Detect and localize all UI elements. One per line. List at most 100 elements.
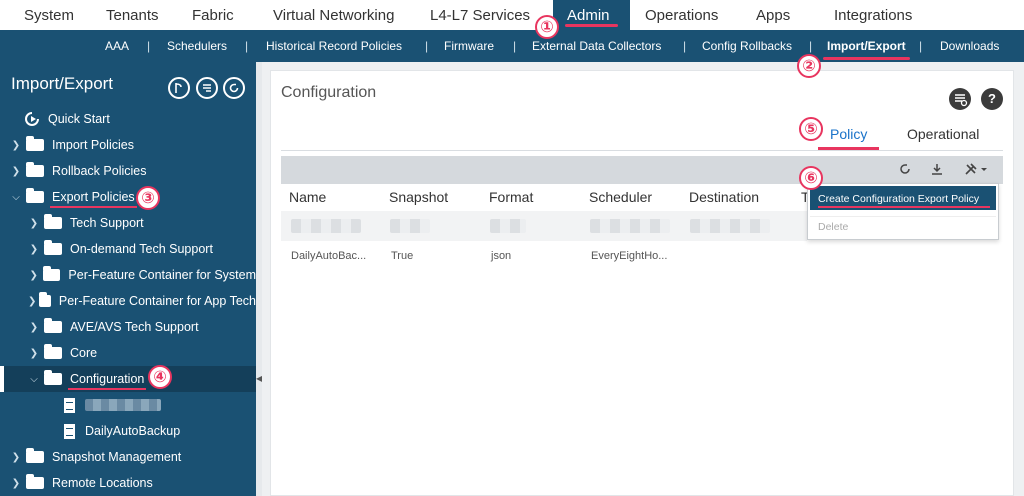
document-icon xyxy=(64,397,75,413)
chevron-right-icon[interactable]: ❯ xyxy=(28,244,40,255)
column-header-name[interactable]: Name xyxy=(289,189,326,205)
tree-item-label: Import Policies xyxy=(52,138,134,152)
tree-item-per-feature-app-tech[interactable]: ❯ Per-Feature Container for App Tech xyxy=(0,288,256,314)
tree-item-label: DailyAutoBackup xyxy=(85,424,181,438)
subnav-separator: | xyxy=(513,39,517,53)
subnav-separator: | xyxy=(683,39,687,53)
subnav-historical-record-policies[interactable]: Historical Record Policies xyxy=(266,30,402,62)
column-header-scheduler[interactable]: Scheduler xyxy=(589,189,652,205)
step-badge-2: ② xyxy=(797,54,821,78)
tab-policy[interactable]: Policy xyxy=(818,126,880,150)
cell-name[interactable]: DailyAutoBac... xyxy=(291,250,366,262)
subnav-aaa[interactable]: AAA xyxy=(105,30,129,62)
tree-item-daily-auto-backup[interactable]: DailyAutoBackup xyxy=(0,418,256,444)
tree-item-ave-avs-tech-support[interactable]: ❯ AVE/AVS Tech Support xyxy=(0,314,256,340)
subnav-schedulers[interactable]: Schedulers xyxy=(167,30,227,62)
tree-item-tech-support[interactable]: ❯ Tech Support xyxy=(0,210,256,236)
tree-item-remote-locations[interactable]: ❯ Remote Locations xyxy=(0,470,256,496)
tree-item-core[interactable]: ❯ Core xyxy=(0,340,256,366)
chevron-right-icon[interactable]: ❯ xyxy=(28,322,40,333)
redacted-cell xyxy=(690,219,770,233)
menu-item-create-export-policy[interactable]: Create Configuration Export Policy xyxy=(810,186,996,210)
chevron-right-icon[interactable]: ❯ xyxy=(28,218,40,229)
tab-operations[interactable]: Operations xyxy=(631,0,732,30)
main-panel xyxy=(270,70,1014,496)
subnav-firmware[interactable]: Firmware xyxy=(444,30,494,62)
help-icon[interactable]: ? xyxy=(981,88,1003,110)
page-title: Configuration xyxy=(281,84,377,101)
tab-tenants[interactable]: Tenants xyxy=(92,0,173,30)
list-icon[interactable] xyxy=(196,77,218,99)
chevron-right-icon[interactable]: ❯ xyxy=(10,166,22,177)
tree-item-import-policies[interactable]: ❯ Import Policies xyxy=(0,132,256,158)
tree-item-quick-start[interactable]: Quick Start xyxy=(0,106,256,132)
sidebar-title: Import/Export xyxy=(11,74,114,93)
folder-icon xyxy=(44,214,62,229)
folder-icon xyxy=(44,318,62,333)
redacted-cell xyxy=(590,219,670,233)
tree-item-export-policies[interactable]: ⌵ Export Policies xyxy=(0,184,256,210)
chevron-right-icon[interactable]: ❯ xyxy=(28,296,36,307)
redacted-cell xyxy=(490,219,526,233)
chevron-down-icon[interactable]: ⌵ xyxy=(28,374,40,385)
list-icon-glyph xyxy=(203,84,211,92)
top-nav: System Tenants Fabric Virtual Networking… xyxy=(0,0,1024,30)
folder-icon xyxy=(26,162,44,177)
tab-virtual-networking[interactable]: Virtual Networking xyxy=(259,0,408,30)
step-badge-3: ③ xyxy=(136,186,160,210)
chevron-right-icon[interactable]: ❯ xyxy=(28,270,39,281)
tools-dropdown-icon[interactable] xyxy=(964,162,990,179)
subnav-import-export[interactable]: Import/Export xyxy=(823,30,910,62)
tab-fabric[interactable]: Fabric xyxy=(178,0,248,30)
cell-scheduler: EveryEightHo... xyxy=(591,250,668,262)
subnav-config-rollbacks[interactable]: Config Rollbacks xyxy=(702,30,792,62)
step-badge-5: ⑤ xyxy=(799,117,823,141)
folder-icon xyxy=(43,266,61,281)
column-header-destination[interactable]: Destination xyxy=(689,189,759,205)
chevron-down-icon[interactable]: ⌵ xyxy=(10,192,22,203)
tree-item-label: Rollback Policies xyxy=(52,164,147,178)
table-settings-glyph xyxy=(955,94,968,107)
folder-icon xyxy=(44,240,62,255)
subnav-separator: | xyxy=(147,39,151,53)
chevron-right-icon[interactable]: ❯ xyxy=(10,478,22,489)
menu-item-label: Create Configuration Export Policy xyxy=(818,193,980,205)
tab-system[interactable]: System xyxy=(10,0,88,30)
chevron-right-icon[interactable]: ❯ xyxy=(28,348,40,359)
tree-item-on-demand-tech-support[interactable]: ❯ On-demand Tech Support xyxy=(0,236,256,262)
redacted-cell xyxy=(291,219,361,233)
folder-icon xyxy=(44,370,62,385)
filter-icon[interactable] xyxy=(168,77,190,99)
tree-item-per-feature-system[interactable]: ❯ Per-Feature Container for System xyxy=(0,262,256,288)
tree-item-label: Core xyxy=(70,346,98,360)
tab-apps[interactable]: Apps xyxy=(742,0,804,30)
tree-item-snapshot-management[interactable]: ❯ Snapshot Management xyxy=(0,444,256,470)
step-badge-6: ⑥ xyxy=(799,166,823,190)
active-underline xyxy=(565,24,618,27)
tab-policy-label: Policy xyxy=(830,126,868,142)
cell-format: json xyxy=(491,250,512,262)
menu-item-delete[interactable]: Delete xyxy=(810,216,996,236)
download-icon[interactable] xyxy=(930,162,944,179)
actions-menu: Create Configuration Export Policy Delet… xyxy=(807,183,999,240)
tab-operational[interactable]: Operational xyxy=(907,126,979,142)
table-settings-icon[interactable] xyxy=(949,88,971,110)
refresh-icon[interactable] xyxy=(223,77,245,99)
tab-admin[interactable]: Admin xyxy=(553,0,630,30)
refresh-icon[interactable] xyxy=(898,162,912,179)
chevron-right-icon[interactable]: ❯ xyxy=(10,452,22,463)
tree-item-rollback-policies[interactable]: ❯ Rollback Policies xyxy=(0,158,256,184)
subnav-downloads[interactable]: Downloads xyxy=(940,30,999,62)
tree-item-configuration[interactable]: ⌵ Configuration xyxy=(0,366,256,392)
column-header-format[interactable]: Format xyxy=(489,189,533,205)
refresh-icon-glyph xyxy=(229,83,239,93)
folder-icon xyxy=(26,474,44,489)
column-header-snapshot[interactable]: Snapshot xyxy=(389,189,448,205)
folder-icon xyxy=(26,136,44,151)
chevron-right-icon[interactable]: ❯ xyxy=(10,140,22,151)
tree-item-redacted-policy[interactable] xyxy=(0,392,256,418)
tab-l4-l7-services[interactable]: L4-L7 Services xyxy=(416,0,544,30)
tab-integrations[interactable]: Integrations xyxy=(820,0,926,30)
redacted-cell xyxy=(390,219,430,233)
cell-snapshot: True xyxy=(391,250,414,262)
